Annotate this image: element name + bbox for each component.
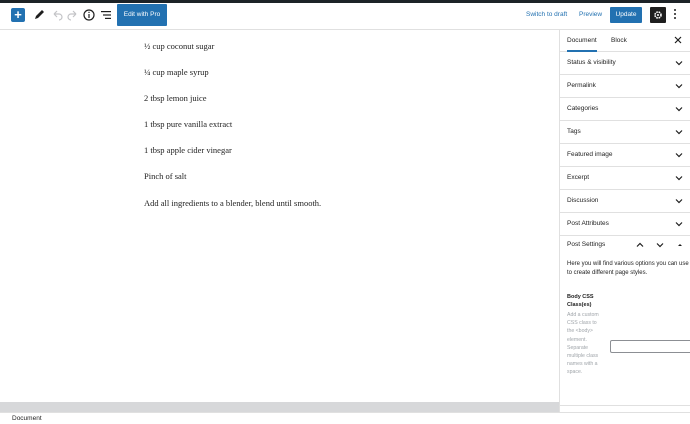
vertical-ellipsis-icon <box>670 9 680 19</box>
undo-icon <box>53 10 63 21</box>
body-css-help-text: Add a custom CSS class to the <body> ele… <box>567 312 599 376</box>
panel-label: Tags <box>567 128 581 135</box>
panel-categories[interactable]: Categories <box>560 98 690 121</box>
add-block-button[interactable]: + <box>11 8 25 22</box>
preview-button[interactable]: Preview <box>579 3 602 27</box>
details-button[interactable] <box>82 8 96 22</box>
chevron-down-icon <box>675 197 683 205</box>
panel-discussion[interactable]: Discussion <box>560 190 690 213</box>
info-icon <box>83 9 95 21</box>
chevron-down-icon <box>675 220 683 228</box>
move-up-button[interactable] <box>636 241 644 249</box>
tab-block[interactable]: Block <box>611 30 627 52</box>
sidebar-tabs: Document Block <box>560 30 690 52</box>
paragraph-block[interactable]: 1 tbsp apple cider vinegar <box>144 145 232 155</box>
panel-label: Categories <box>567 105 599 112</box>
tab-document[interactable]: Document <box>567 30 597 52</box>
breadcrumb-document[interactable]: Document <box>12 414 42 424</box>
panel-label: Discussion <box>567 197 599 204</box>
edit-with-pro-button[interactable]: Edit with Pro <box>117 4 167 26</box>
close-icon <box>674 36 682 44</box>
body-css-label: Body CSS Class(es) <box>567 294 594 308</box>
caret-up-icon <box>678 244 682 246</box>
move-down-button[interactable] <box>656 241 664 249</box>
post-settings-description: Here you will find various options you c… <box>567 261 689 276</box>
pencil-icon <box>35 10 44 19</box>
chevron-down-icon <box>675 59 683 67</box>
settings-sidebar: Document Block Status & visibility Perma… <box>559 30 690 412</box>
undo-button[interactable] <box>50 8 64 22</box>
chevron-up-icon <box>636 242 644 247</box>
panel-status-visibility[interactable]: Status & visibility <box>560 52 690 75</box>
body-css-class-input[interactable] <box>610 340 690 353</box>
panel-label: Permalink <box>567 82 596 89</box>
paragraph-block[interactable]: Pinch of salt <box>144 171 187 181</box>
redo-icon <box>67 10 77 21</box>
list-view-icon <box>101 11 111 19</box>
close-sidebar-button[interactable] <box>673 35 685 47</box>
paragraph-block[interactable]: Add all ingredients to a blender, blend … <box>144 198 321 208</box>
editor-canvas[interactable]: ½ cup coconut sugar ¼ cup maple syrup 2 … <box>0 30 559 402</box>
panel-permalink[interactable]: Permalink <box>560 75 690 98</box>
panel-post-attributes[interactable]: Post Attributes <box>560 213 690 236</box>
paragraph-block[interactable]: ½ cup coconut sugar <box>144 41 214 51</box>
post-settings-title: Post Settings <box>567 241 606 248</box>
chevron-down-icon <box>656 243 664 248</box>
tools-button[interactable] <box>32 8 46 22</box>
panel-label: Featured image <box>567 151 613 158</box>
panel-featured-image[interactable]: Featured image <box>560 144 690 167</box>
post-settings-panel-header[interactable]: Post Settings <box>560 234 690 256</box>
chevron-down-icon <box>675 151 683 159</box>
footer-breadcrumb-bar: Document <box>0 412 690 424</box>
panel-tags[interactable]: Tags <box>560 121 690 144</box>
paragraph-block[interactable]: 1 tbsp pure vanilla extract <box>144 119 232 129</box>
panel-label: Excerpt <box>567 174 590 181</box>
list-view-button[interactable] <box>99 8 113 22</box>
panel-excerpt[interactable]: Excerpt <box>560 167 690 190</box>
paragraph-block[interactable]: 2 tbsp lemon juice <box>144 93 207 103</box>
chevron-down-icon <box>675 174 683 182</box>
update-button[interactable]: Update <box>610 7 642 23</box>
chevron-down-icon <box>675 82 683 90</box>
gear-icon <box>654 11 662 19</box>
divider <box>560 405 690 406</box>
editor-toolbar: + Edit with Pro Switch to draft Preview … <box>0 3 690 30</box>
chevron-down-icon <box>675 128 683 136</box>
panel-label: Post Attributes <box>567 220 609 227</box>
chevron-down-icon <box>675 105 683 113</box>
redo-button[interactable] <box>66 8 80 22</box>
collapse-panel-button[interactable] <box>676 241 684 249</box>
panel-label: Status & visibility <box>567 59 616 66</box>
more-options-button[interactable] <box>670 7 680 23</box>
plus-icon: + <box>14 7 22 22</box>
paragraph-block[interactable]: ¼ cup maple syrup <box>144 67 209 77</box>
horizontal-scrollbar[interactable] <box>0 402 559 412</box>
switch-to-draft-button[interactable]: Switch to draft <box>526 3 567 27</box>
settings-button[interactable] <box>650 7 666 23</box>
